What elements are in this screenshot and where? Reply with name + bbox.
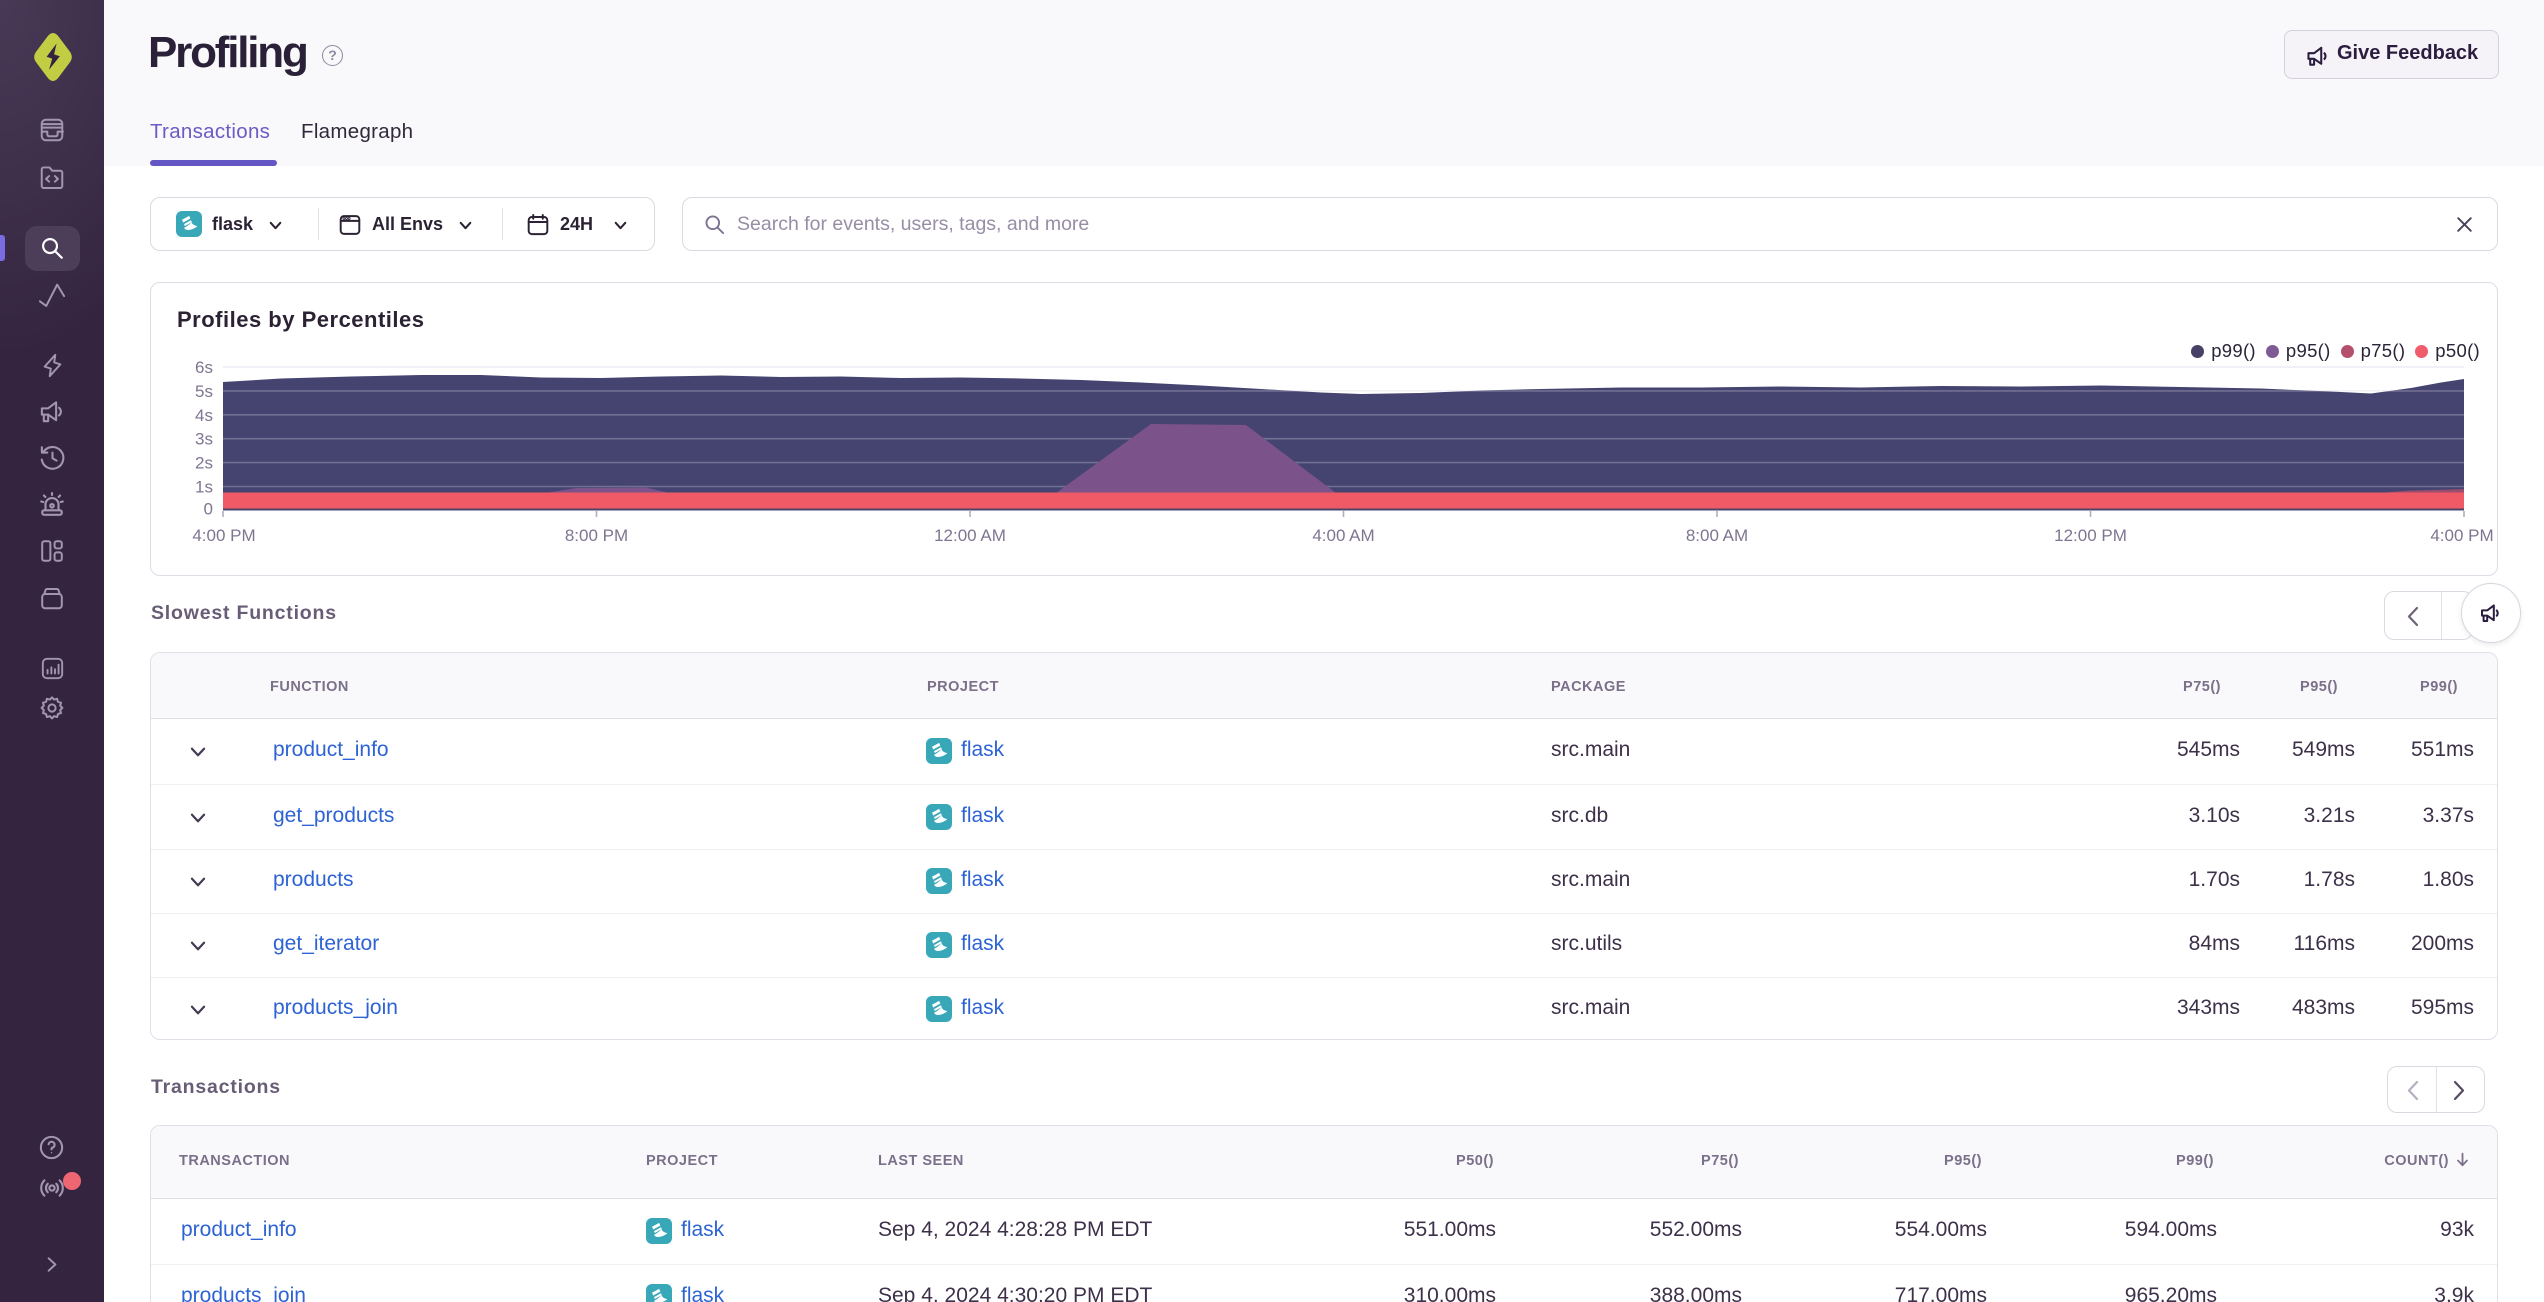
- svg-text:3s: 3s: [195, 430, 213, 449]
- svg-text:8:00 PM: 8:00 PM: [565, 526, 628, 545]
- svg-text:8:00 AM: 8:00 AM: [1686, 526, 1748, 545]
- svg-text:4:00 PM: 4:00 PM: [2430, 526, 2493, 545]
- svg-text:0: 0: [204, 500, 213, 519]
- svg-text:5s: 5s: [195, 382, 213, 401]
- svg-text:4:00 AM: 4:00 AM: [1312, 526, 1374, 545]
- svg-text:12:00 PM: 12:00 PM: [2054, 526, 2127, 545]
- svg-text:4:00 PM: 4:00 PM: [192, 526, 255, 545]
- svg-text:4s: 4s: [195, 406, 213, 425]
- svg-text:2s: 2s: [195, 454, 213, 473]
- svg-text:1s: 1s: [195, 478, 213, 497]
- svg-text:12:00 AM: 12:00 AM: [934, 526, 1006, 545]
- svg-text:6s: 6s: [195, 358, 213, 377]
